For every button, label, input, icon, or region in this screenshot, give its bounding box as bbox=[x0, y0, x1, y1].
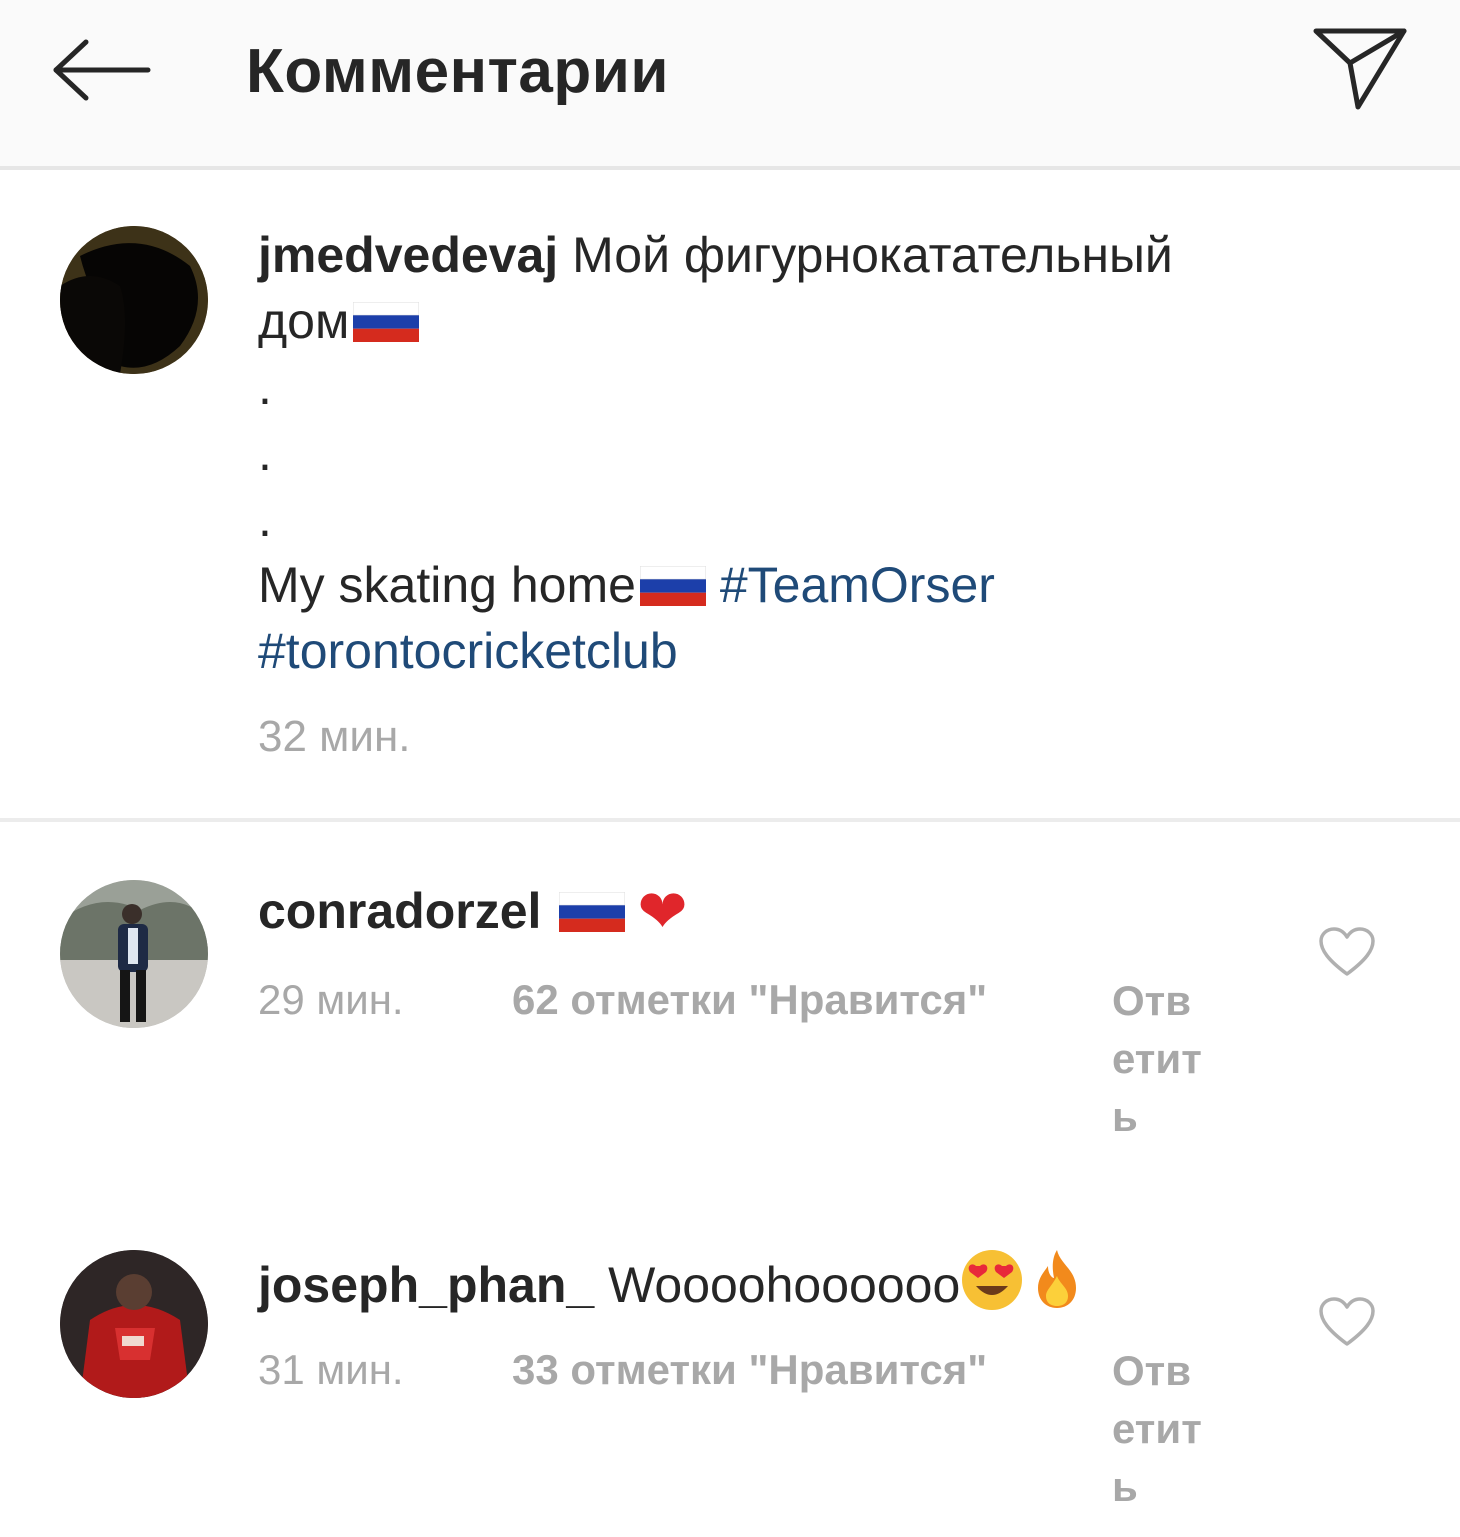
divider bbox=[0, 818, 1460, 822]
comment-likes-count[interactable]: 33 отметки "Нравится" bbox=[512, 1346, 987, 1394]
russia-flag-icon bbox=[353, 302, 420, 342]
heart-eyes-emoji-icon bbox=[962, 1250, 1023, 1310]
post-caption: jmedvedevaj Мой фигурнокатательный дом .… bbox=[258, 222, 1378, 684]
comment-username[interactable]: joseph_phan_ bbox=[258, 1257, 594, 1313]
comment-body: conradorzel ❤ bbox=[258, 878, 688, 945]
share-button[interactable] bbox=[1300, 16, 1420, 120]
caption-dot: . bbox=[258, 359, 272, 415]
russia-flag-icon bbox=[559, 892, 626, 932]
caption-timestamp: 32 мин. bbox=[258, 712, 411, 761]
heart-outline-icon bbox=[1319, 1297, 1375, 1346]
fire-emoji-icon bbox=[1038, 1250, 1077, 1308]
avatar[interactable] bbox=[60, 1250, 208, 1398]
avatar[interactable] bbox=[60, 226, 208, 374]
reply-button[interactable]: Ответить bbox=[1112, 1342, 1208, 1516]
caption-english-text: My skating home bbox=[258, 557, 636, 613]
like-button[interactable] bbox=[1318, 1296, 1376, 1348]
page-title: Комментарии bbox=[246, 37, 670, 106]
caption-text-line2: дом bbox=[258, 293, 350, 349]
arrow-left-icon bbox=[53, 39, 151, 101]
red-heart-icon: ❤ bbox=[637, 878, 688, 945]
comment-timestamp: 31 мин. bbox=[258, 1346, 404, 1393]
caption-dot: . bbox=[258, 491, 272, 547]
back-button[interactable] bbox=[40, 22, 160, 118]
header-bar: Комментарии bbox=[0, 0, 1460, 170]
like-button[interactable] bbox=[1318, 926, 1376, 978]
caption-username[interactable]: jmedvedevaj bbox=[258, 227, 558, 283]
heart-outline-icon bbox=[1319, 927, 1375, 976]
comment-username[interactable]: conradorzel bbox=[258, 883, 541, 939]
comment-likes-count[interactable]: 62 отметки "Нравится" bbox=[512, 976, 987, 1024]
comment-timestamp: 29 мин. bbox=[258, 976, 404, 1023]
hashtag-link[interactable]: #TeamOrser bbox=[720, 557, 995, 613]
hashtag-link[interactable]: #torontocricketclub bbox=[258, 623, 678, 679]
paper-plane-icon bbox=[1313, 28, 1407, 110]
reply-button[interactable]: Ответить bbox=[1112, 972, 1208, 1146]
avatar[interactable] bbox=[60, 880, 208, 1028]
comment-body: joseph_phan_ Woooohoooooo bbox=[258, 1248, 1084, 1318]
caption-dot: . bbox=[258, 425, 272, 481]
comment-text: Woooohoooooo bbox=[608, 1257, 961, 1313]
russia-flag-icon bbox=[639, 566, 706, 606]
caption-text-line1: Мой фигурнокатательный bbox=[572, 227, 1173, 283]
